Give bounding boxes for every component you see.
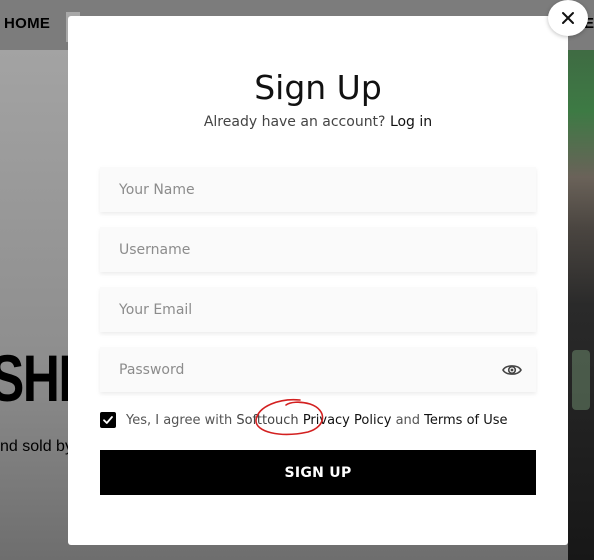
hero-model-image bbox=[568, 50, 594, 560]
signup-button[interactable]: SIGN UP bbox=[100, 450, 536, 495]
hero-subline: nd sold by bbox=[0, 438, 73, 455]
nav-home-link[interactable]: HOME bbox=[4, 15, 50, 32]
close-button[interactable] bbox=[548, 0, 588, 36]
hero-image-detail bbox=[572, 350, 590, 410]
email-field bbox=[100, 287, 536, 332]
eye-icon[interactable] bbox=[502, 360, 522, 380]
terms-of-use-link[interactable]: Terms of Use bbox=[424, 413, 507, 428]
password-input[interactable] bbox=[100, 347, 536, 392]
username-input[interactable] bbox=[100, 227, 536, 272]
password-field bbox=[100, 347, 536, 392]
close-icon bbox=[562, 12, 574, 24]
terms-agreement: Yes, I agree with Softtouch Privacy Poli… bbox=[100, 398, 508, 436]
login-prompt: Already have an account? Log in bbox=[68, 114, 568, 130]
privacy-policy-link[interactable]: Privacy Policy bbox=[303, 413, 392, 428]
username-field bbox=[100, 227, 536, 272]
name-input[interactable] bbox=[100, 167, 536, 212]
agree-brand: Softtouch bbox=[236, 412, 299, 428]
signup-modal: Sign Up Already have an account? Log in … bbox=[68, 16, 568, 545]
login-prompt-text: Already have an account? bbox=[203, 114, 386, 130]
email-input[interactable] bbox=[100, 287, 536, 332]
checkmark-icon bbox=[103, 416, 113, 424]
name-field bbox=[100, 167, 536, 212]
agree-and: and bbox=[395, 412, 421, 428]
modal-title: Sign Up bbox=[254, 68, 382, 107]
agree-prefix: Yes, I agree with bbox=[126, 412, 233, 428]
agree-checkbox[interactable] bbox=[100, 412, 116, 428]
login-link[interactable]: Log in bbox=[390, 114, 432, 130]
